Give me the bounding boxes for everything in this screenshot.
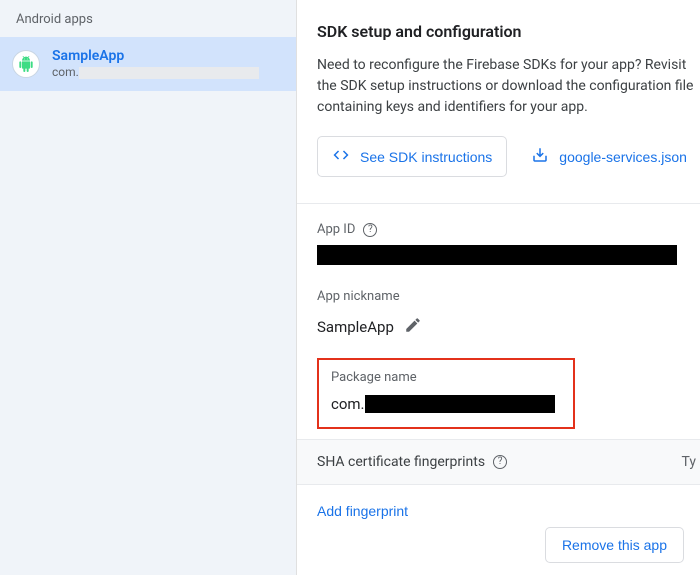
- nickname-block: App nickname SampleApp: [317, 271, 700, 358]
- package-name-box: Package name com.: [317, 358, 575, 429]
- footer: Remove this app: [545, 527, 684, 563]
- app-id-block: App ID ?: [317, 204, 700, 271]
- button-row: See SDK instructions google-services.jso…: [317, 136, 700, 177]
- remove-app-button[interactable]: Remove this app: [545, 527, 684, 563]
- code-icon: [332, 146, 350, 167]
- app-id-label: App ID ?: [317, 222, 700, 237]
- edit-icon[interactable]: [404, 316, 422, 338]
- help-icon[interactable]: ?: [493, 455, 507, 469]
- sha-fingerprints-label: SHA certificate fingerprints: [317, 454, 485, 470]
- package-name-label: Package name: [331, 370, 561, 385]
- android-icon: [12, 50, 40, 78]
- package-name-redacted: [365, 395, 555, 413]
- app-id-value-redacted: [317, 245, 677, 265]
- redacted-text: [79, 67, 259, 79]
- nickname-value: SampleApp: [317, 318, 394, 336]
- package-name-row: com.: [331, 395, 561, 413]
- sidebar-app-text: SampleApp com.: [52, 47, 284, 81]
- section-title: SDK setup and configuration: [317, 22, 700, 41]
- sdk-instructions-button[interactable]: See SDK instructions: [317, 136, 507, 177]
- section-description: Need to reconfigure the Firebase SDKs fo…: [317, 55, 700, 118]
- sha-fingerprints-label-wrap: SHA certificate fingerprints ?: [317, 454, 507, 470]
- sidebar-header: Android apps: [0, 0, 296, 37]
- sha-fingerprints-header: SHA certificate fingerprints ? Ty: [297, 439, 700, 485]
- main-panel: SDK setup and configuration Need to reco…: [297, 0, 700, 575]
- add-fingerprint-button[interactable]: Add fingerprint: [317, 485, 408, 519]
- help-icon[interactable]: ?: [363, 223, 377, 237]
- sdk-instructions-label: See SDK instructions: [360, 149, 492, 165]
- sidebar-app-package: com.: [52, 65, 284, 81]
- download-icon: [531, 146, 549, 167]
- nickname-row: SampleApp: [317, 312, 700, 352]
- sha-type-col: Ty: [682, 454, 700, 470]
- package-name-prefix: com.: [331, 395, 365, 413]
- download-config-button[interactable]: google-services.json: [531, 146, 687, 167]
- sidebar-item-app[interactable]: SampleApp com.: [0, 37, 296, 91]
- sidebar-app-title: SampleApp: [52, 47, 284, 65]
- sidebar: Android apps SampleApp com.: [0, 0, 297, 575]
- download-config-label: google-services.json: [559, 149, 687, 165]
- nickname-label: App nickname: [317, 289, 700, 304]
